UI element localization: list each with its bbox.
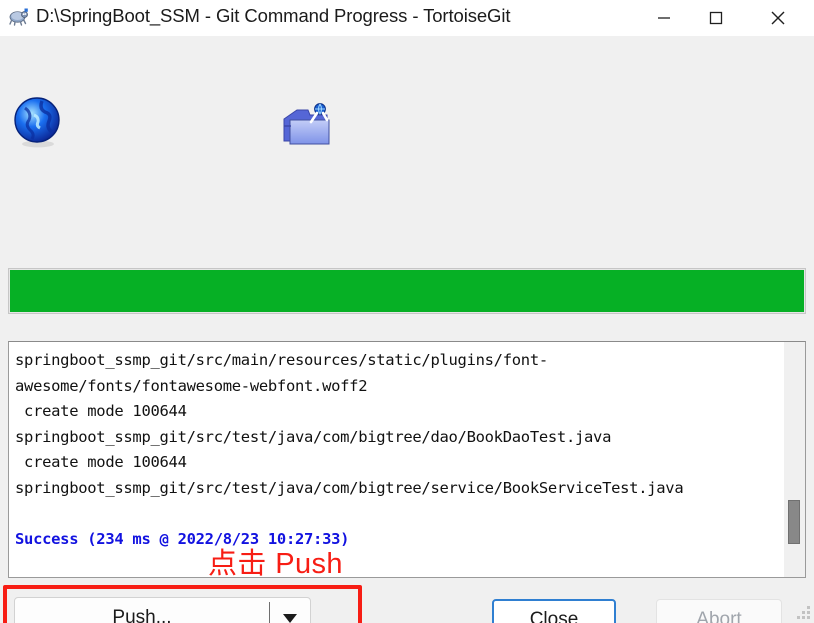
push-button-label-after: ...	[155, 607, 172, 623]
push-button[interactable]: Pus h...	[15, 598, 269, 623]
chevron-down-icon	[283, 613, 297, 623]
dialog-client-area: springboot_ssmp_git/src/main/resources/s…	[0, 36, 814, 623]
log-line: springboot_ssmp_git/src/main/resources/s…	[15, 351, 548, 369]
log-line: create mode 100644	[15, 402, 187, 420]
close-icon	[771, 11, 785, 25]
minimize-icon	[658, 17, 670, 19]
log-line: springboot_ssmp_git/src/test/java/com/bi…	[15, 478, 684, 497]
git-output-log[interactable]: springboot_ssmp_git/src/main/resources/s…	[8, 341, 806, 578]
push-button-label-before: Pus	[112, 607, 146, 623]
log-line: create mode 100644	[15, 453, 187, 471]
log-line: awesome/fonts/fontawesome-webfont.woff2	[15, 376, 368, 395]
remote-repository-folder-icon	[277, 96, 339, 158]
abort-button: Abort	[656, 599, 782, 623]
progress-bar-fill	[10, 270, 804, 312]
maximize-icon	[709, 11, 723, 25]
close-button[interactable]: Close	[492, 599, 616, 623]
tortoisegit-turtle-icon	[7, 7, 29, 29]
minimize-button[interactable]	[638, 0, 690, 36]
log-line: springboot_ssmp_git/src/test/java/com/bi…	[15, 427, 612, 446]
log-scrollbar-thumb[interactable]	[788, 500, 800, 544]
push-dropdown-button[interactable]	[270, 598, 310, 623]
log-text-content: springboot_ssmp_git/src/main/resources/s…	[15, 348, 775, 552]
maximize-button[interactable]	[690, 0, 742, 36]
git-command-progress-window: D:\SpringBoot_SSM - Git Command Progress…	[0, 0, 814, 623]
globe-icon	[12, 96, 66, 150]
log-line: Success (234 ms @ 2022/8/23 10:27:33)	[15, 529, 350, 548]
annotation-click-push-label: 点击 Push	[208, 548, 343, 580]
progress-bar	[8, 268, 806, 314]
window-close-button[interactable]	[752, 0, 804, 36]
log-vertical-scrollbar[interactable]	[783, 342, 805, 577]
resize-grip[interactable]	[797, 606, 811, 620]
abort-button-label: Abort	[696, 608, 742, 623]
push-split-button[interactable]: Pus h...	[14, 597, 311, 623]
push-button-accelerator: h	[145, 607, 156, 623]
title-bar: D:\SpringBoot_SSM - Git Command Progress…	[0, 0, 814, 36]
window-title: D:\SpringBoot_SSM - Git Command Progress…	[36, 5, 511, 26]
close-button-label: Close	[529, 608, 579, 623]
